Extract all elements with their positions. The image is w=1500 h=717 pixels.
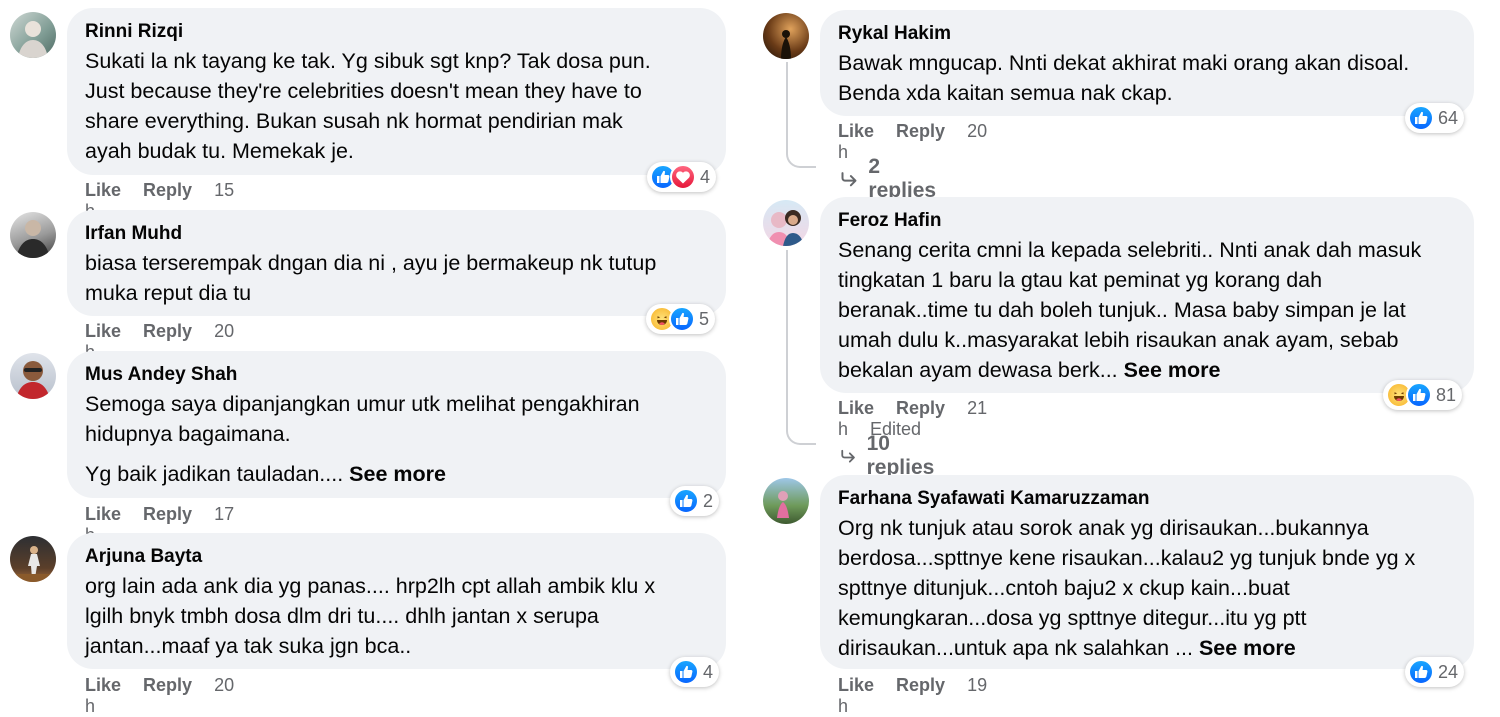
avatar-image (18, 21, 48, 58)
like-reaction-icon (673, 488, 699, 514)
comment-bubble: Irfan Muhd biasa terserempak dngan dia n… (67, 210, 726, 316)
comment-bubble: Mus Andey Shah Semoga saya dipanjangkan … (67, 351, 726, 498)
see-more-link[interactable]: See more (1124, 358, 1221, 382)
comment-bubble: Farhana Syafawati Kamaruzzaman Org nk tu… (820, 475, 1474, 669)
comment-author[interactable]: Feroz Hafin (838, 209, 1456, 233)
reaction-summary[interactable]: 64 (1405, 103, 1465, 133)
see-more-link[interactable]: See more (349, 462, 446, 486)
like-reaction-icon (1408, 105, 1434, 131)
avatar[interactable] (10, 212, 56, 258)
like-button[interactable]: Like (85, 321, 121, 341)
view-replies-link[interactable]: 10 replies (840, 432, 940, 480)
comment-author[interactable]: Rykal Hakim (838, 22, 1456, 46)
reply-button[interactable]: Reply (896, 675, 945, 695)
avatar[interactable] (763, 478, 809, 524)
reply-button[interactable]: Reply (143, 180, 192, 200)
comment-author[interactable]: Irfan Muhd (85, 222, 708, 246)
comment-text: Org nk tunjuk atau sorok anak yg dirisau… (838, 513, 1456, 663)
reaction-count: 4 (700, 166, 711, 187)
reply-button[interactable]: Reply (143, 675, 192, 695)
avatar[interactable] (10, 353, 56, 399)
comment-text-continued: Yg baik jadikan tauladan.... See more (85, 459, 708, 489)
like-button[interactable]: Like (838, 398, 874, 418)
comment-text-tail: Yg baik jadikan tauladan.... (85, 462, 350, 486)
comment-text: Sukati la nk tayang ke tak. Yg sibuk sgt… (85, 49, 651, 163)
like-reaction-icon (1406, 382, 1432, 408)
replies-count-label: 2 replies (868, 155, 937, 202)
like-reaction-icon (1408, 659, 1434, 685)
reaction-count: 5 (699, 308, 710, 329)
love-reaction-icon (670, 164, 696, 190)
comment-text: Semoga saya dipanjangkan umur utk meliha… (85, 392, 640, 446)
reply-thread-line (786, 250, 816, 445)
avatar[interactable] (763, 13, 809, 59)
avatar-image (767, 210, 804, 246)
comment-bubble: Arjuna Bayta org lain ada ank dia yg pan… (67, 533, 726, 669)
like-button[interactable]: Like (85, 675, 121, 695)
comment-actions: Like Reply 19 h (838, 675, 987, 717)
like-button[interactable]: Like (838, 675, 874, 695)
reply-button[interactable]: Reply (143, 504, 192, 524)
comment-text-body: Org nk tunjuk atau sorok anak yg dirisau… (838, 516, 1416, 660)
like-button[interactable]: Like (85, 504, 121, 524)
avatar-image (777, 491, 789, 518)
reply-thread-line (786, 62, 816, 168)
reply-button[interactable]: Reply (896, 121, 945, 141)
reaction-summary[interactable]: 81 (1383, 380, 1463, 410)
avatar[interactable] (10, 12, 56, 58)
reply-button[interactable]: Reply (143, 321, 192, 341)
like-button[interactable]: Like (85, 180, 121, 200)
view-replies-link[interactable]: 2 replies (840, 155, 940, 203)
reaction-count: 4 (703, 661, 714, 682)
reaction-count: 81 (1436, 384, 1457, 405)
reaction-summary[interactable]: 24 (1405, 657, 1465, 687)
comment-author[interactable]: Arjuna Bayta (85, 545, 708, 569)
reaction-count: 2 (703, 490, 714, 511)
like-reaction-icon (669, 306, 695, 332)
reaction-count: 24 (1438, 661, 1459, 682)
comment-bubble: Rykal Hakim Bawak mngucap. Nnti dekat ak… (820, 10, 1474, 116)
comment-text: Bawak mngucap. Nnti dekat akhirat maki o… (838, 51, 1410, 105)
reply-arrow-icon (840, 170, 858, 188)
comment-bubble: Feroz Hafin Senang cerita cmni la kepada… (820, 197, 1474, 393)
reply-arrow-icon (840, 447, 857, 465)
like-button[interactable]: Like (838, 121, 874, 141)
comment-author[interactable]: Mus Andey Shah (85, 363, 708, 387)
avatar-image (10, 546, 56, 582)
reaction-summary[interactable]: 4 (670, 657, 720, 687)
avatar[interactable] (10, 536, 56, 582)
comment-actions: LikeReply20 h (85, 675, 234, 717)
comment-author[interactable]: Rinni Rizqi (85, 20, 708, 44)
avatar-image (16, 220, 50, 258)
reaction-summary[interactable]: 4 (647, 162, 717, 192)
reaction-count: 64 (1438, 107, 1459, 128)
comment-text: biasa terserempak dngan dia ni , ayu je … (85, 251, 657, 305)
comment-text: org lain ada ank dia yg panas.... hrp2lh… (85, 574, 656, 658)
avatar-image (16, 361, 50, 399)
see-more-link[interactable]: See more (1199, 636, 1296, 660)
like-reaction-icon (673, 659, 699, 685)
replies-count-label: 10 replies (866, 432, 935, 479)
reaction-summary[interactable]: 2 (670, 486, 720, 516)
comment-text: Senang cerita cmni la kepada selebriti..… (838, 235, 1456, 385)
comment-bubble: Rinni Rizqi Sukati la nk tayang ke tak. … (67, 8, 726, 175)
comment-author[interactable]: Farhana Syafawati Kamaruzzaman (838, 487, 1456, 511)
avatar[interactable] (763, 200, 809, 246)
reaction-summary[interactable]: 5 (646, 304, 716, 334)
reply-button[interactable]: Reply (896, 398, 945, 418)
avatar-image (781, 30, 791, 59)
